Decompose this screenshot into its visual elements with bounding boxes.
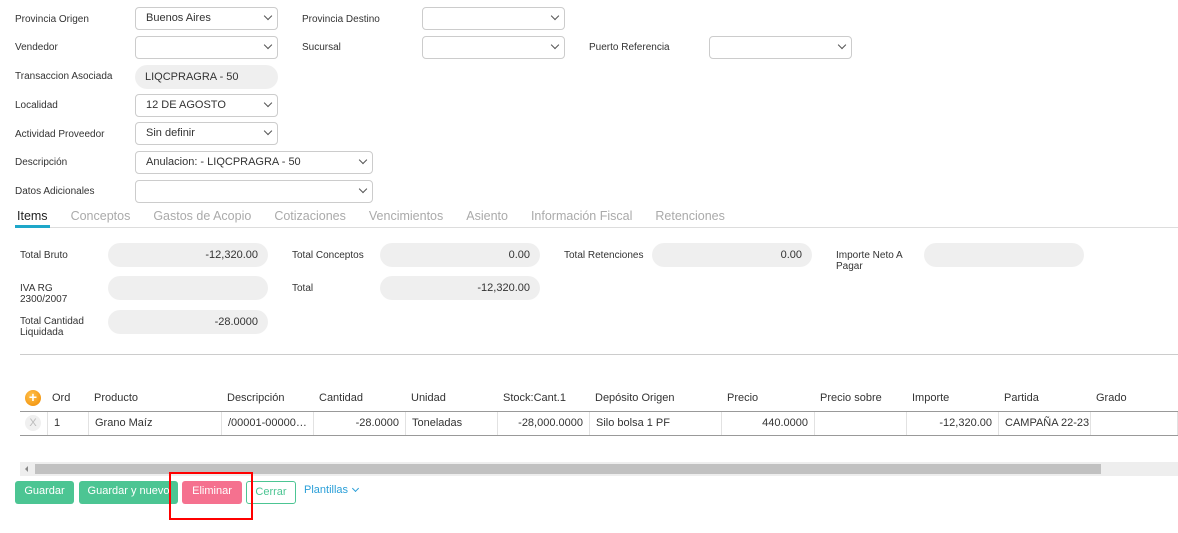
tab-asiento[interactable]: Asiento [464, 208, 510, 228]
vendedor-label: Vendedor [15, 42, 58, 53]
divider [20, 354, 1178, 355]
vendedor-select[interactable] [135, 36, 278, 59]
provincia-origen-select[interactable]: Buenos Aires [135, 7, 278, 30]
table-cell[interactable]: -28.0000 [314, 412, 406, 435]
add-row-button[interactable]: + [25, 390, 41, 406]
chevron-down-icon [837, 40, 847, 50]
row-border [20, 435, 1178, 436]
total-conceptos-field: 0.00 [380, 243, 540, 267]
plantillas-label: Plantillas [304, 484, 349, 496]
provincia-origen-value: Buenos Aires [146, 12, 211, 24]
actividad-proveedor-value: Sin definir [146, 127, 195, 139]
chevron-down-icon [263, 11, 273, 21]
column-header[interactable]: Precio sobre [820, 387, 882, 409]
puerto-referencia-label: Puerto Referencia [589, 42, 670, 53]
iva-rg-field [108, 276, 268, 300]
chevron-down-icon [358, 155, 368, 165]
chevron-down-icon [263, 98, 273, 108]
tab-conceptos[interactable]: Conceptos [69, 208, 133, 228]
table-cell[interactable]: /00001-00000… [222, 412, 314, 435]
guardar-y-nuevo-button[interactable]: Guardar y nuevo [79, 481, 178, 504]
table-cell[interactable] [1091, 412, 1178, 435]
datos-adicionales-label: Datos Adicionales [15, 186, 95, 197]
descripcion-value: Anulacion: - LIQCPRAGRA - 50 [146, 156, 301, 168]
chevron-down-icon [550, 40, 560, 50]
column-header[interactable]: Importe [912, 387, 949, 409]
table-cell[interactable]: 1 [47, 412, 89, 435]
sucursal-label: Sucursal [302, 42, 341, 53]
descripcion-label: Descripción [15, 157, 68, 168]
chevron-down-icon [263, 40, 273, 50]
total-bruto-field: -12,320.00 [108, 243, 268, 267]
scroll-left-icon[interactable] [25, 466, 28, 472]
total-conceptos-label: Total Conceptos [292, 250, 364, 261]
table-cell[interactable]: Silo bolsa 1 PF [590, 412, 722, 435]
provincia-destino-label: Provincia Destino [302, 14, 380, 25]
provincia-origen-label: Provincia Origen [15, 14, 89, 25]
cerrar-button[interactable]: Cerrar [246, 481, 296, 504]
provincia-destino-select[interactable] [422, 7, 565, 30]
column-header[interactable]: Ord [52, 387, 70, 409]
column-header[interactable]: Depósito Origen [595, 387, 675, 409]
total-field: -12,320.00 [380, 276, 540, 300]
sucursal-select[interactable] [422, 36, 565, 59]
descripcion-select[interactable]: Anulacion: - LIQCPRAGRA - 50 [135, 151, 373, 174]
tab-informacion-fiscal[interactable]: Información Fiscal [529, 208, 634, 228]
transaccion-asociada-field: LIQCPRAGRA - 50 [135, 65, 278, 89]
importe-neto-label: Importe Neto A Pagar [836, 250, 903, 272]
tab-gastos-de-acopio[interactable]: Gastos de Acopio [151, 208, 253, 228]
iva-rg-label: IVA RG 2300/2007 [20, 283, 68, 305]
actividad-proveedor-select[interactable]: Sin definir [135, 122, 278, 145]
column-header[interactable]: Producto [94, 387, 138, 409]
tab-bar: Items Conceptos Gastos de Acopio Cotizac… [15, 208, 1178, 228]
actividad-proveedor-label: Actividad Proveedor [15, 129, 105, 140]
remove-row-button[interactable]: X [25, 415, 41, 431]
column-header[interactable]: Stock:Cant.1 [503, 387, 566, 409]
localidad-label: Localidad [15, 100, 58, 111]
tab-vencimientos[interactable]: Vencimientos [367, 208, 445, 228]
column-header[interactable]: Unidad [411, 387, 446, 409]
localidad-select[interactable]: 12 DE AGOSTO [135, 94, 278, 117]
total-label: Total [292, 283, 314, 294]
table-cell[interactable]: CAMPAÑA 22-23 [999, 412, 1091, 435]
puerto-referencia-select[interactable] [709, 36, 852, 59]
guardar-button[interactable]: Guardar [15, 481, 74, 504]
table-cell[interactable]: -12,320.00 [907, 412, 999, 435]
total-retenciones-label: Total Retenciones [564, 250, 644, 261]
table-cell[interactable] [815, 412, 907, 435]
column-header[interactable]: Grado [1096, 387, 1127, 409]
column-header[interactable]: Descripción [227, 387, 284, 409]
chevron-down-icon [263, 126, 273, 136]
tab-cotizaciones[interactable]: Cotizaciones [272, 208, 348, 228]
chevron-down-icon [550, 11, 560, 21]
total-cantidad-field: -28.0000 [108, 310, 268, 334]
chevron-down-icon [358, 184, 368, 194]
highlight-box [169, 472, 253, 520]
localidad-value: 12 DE AGOSTO [146, 99, 226, 111]
plantillas-dropdown[interactable]: Plantillas [304, 484, 360, 496]
total-bruto-label: Total Bruto [20, 250, 68, 261]
column-header[interactable]: Cantidad [319, 387, 363, 409]
transaccion-asociada-label: Transaccion Asociada [15, 71, 113, 82]
tab-items[interactable]: Items [15, 208, 50, 228]
table-cell[interactable]: -28,000.0000 [498, 412, 590, 435]
column-header[interactable]: Precio [727, 387, 758, 409]
tab-retenciones[interactable]: Retenciones [653, 208, 727, 228]
column-header[interactable]: Partida [1004, 387, 1039, 409]
total-cantidad-label: Total Cantidad Liquidada [20, 316, 84, 338]
total-retenciones-field: 0.00 [652, 243, 812, 267]
table-cell[interactable]: 440.0000 [722, 412, 815, 435]
table-cell[interactable]: Grano Maíz [89, 412, 222, 435]
chevron-down-icon [352, 484, 360, 493]
importe-neto-field [924, 243, 1084, 267]
table-cell[interactable]: Toneladas [406, 412, 498, 435]
datos-adicionales-select[interactable] [135, 180, 373, 203]
